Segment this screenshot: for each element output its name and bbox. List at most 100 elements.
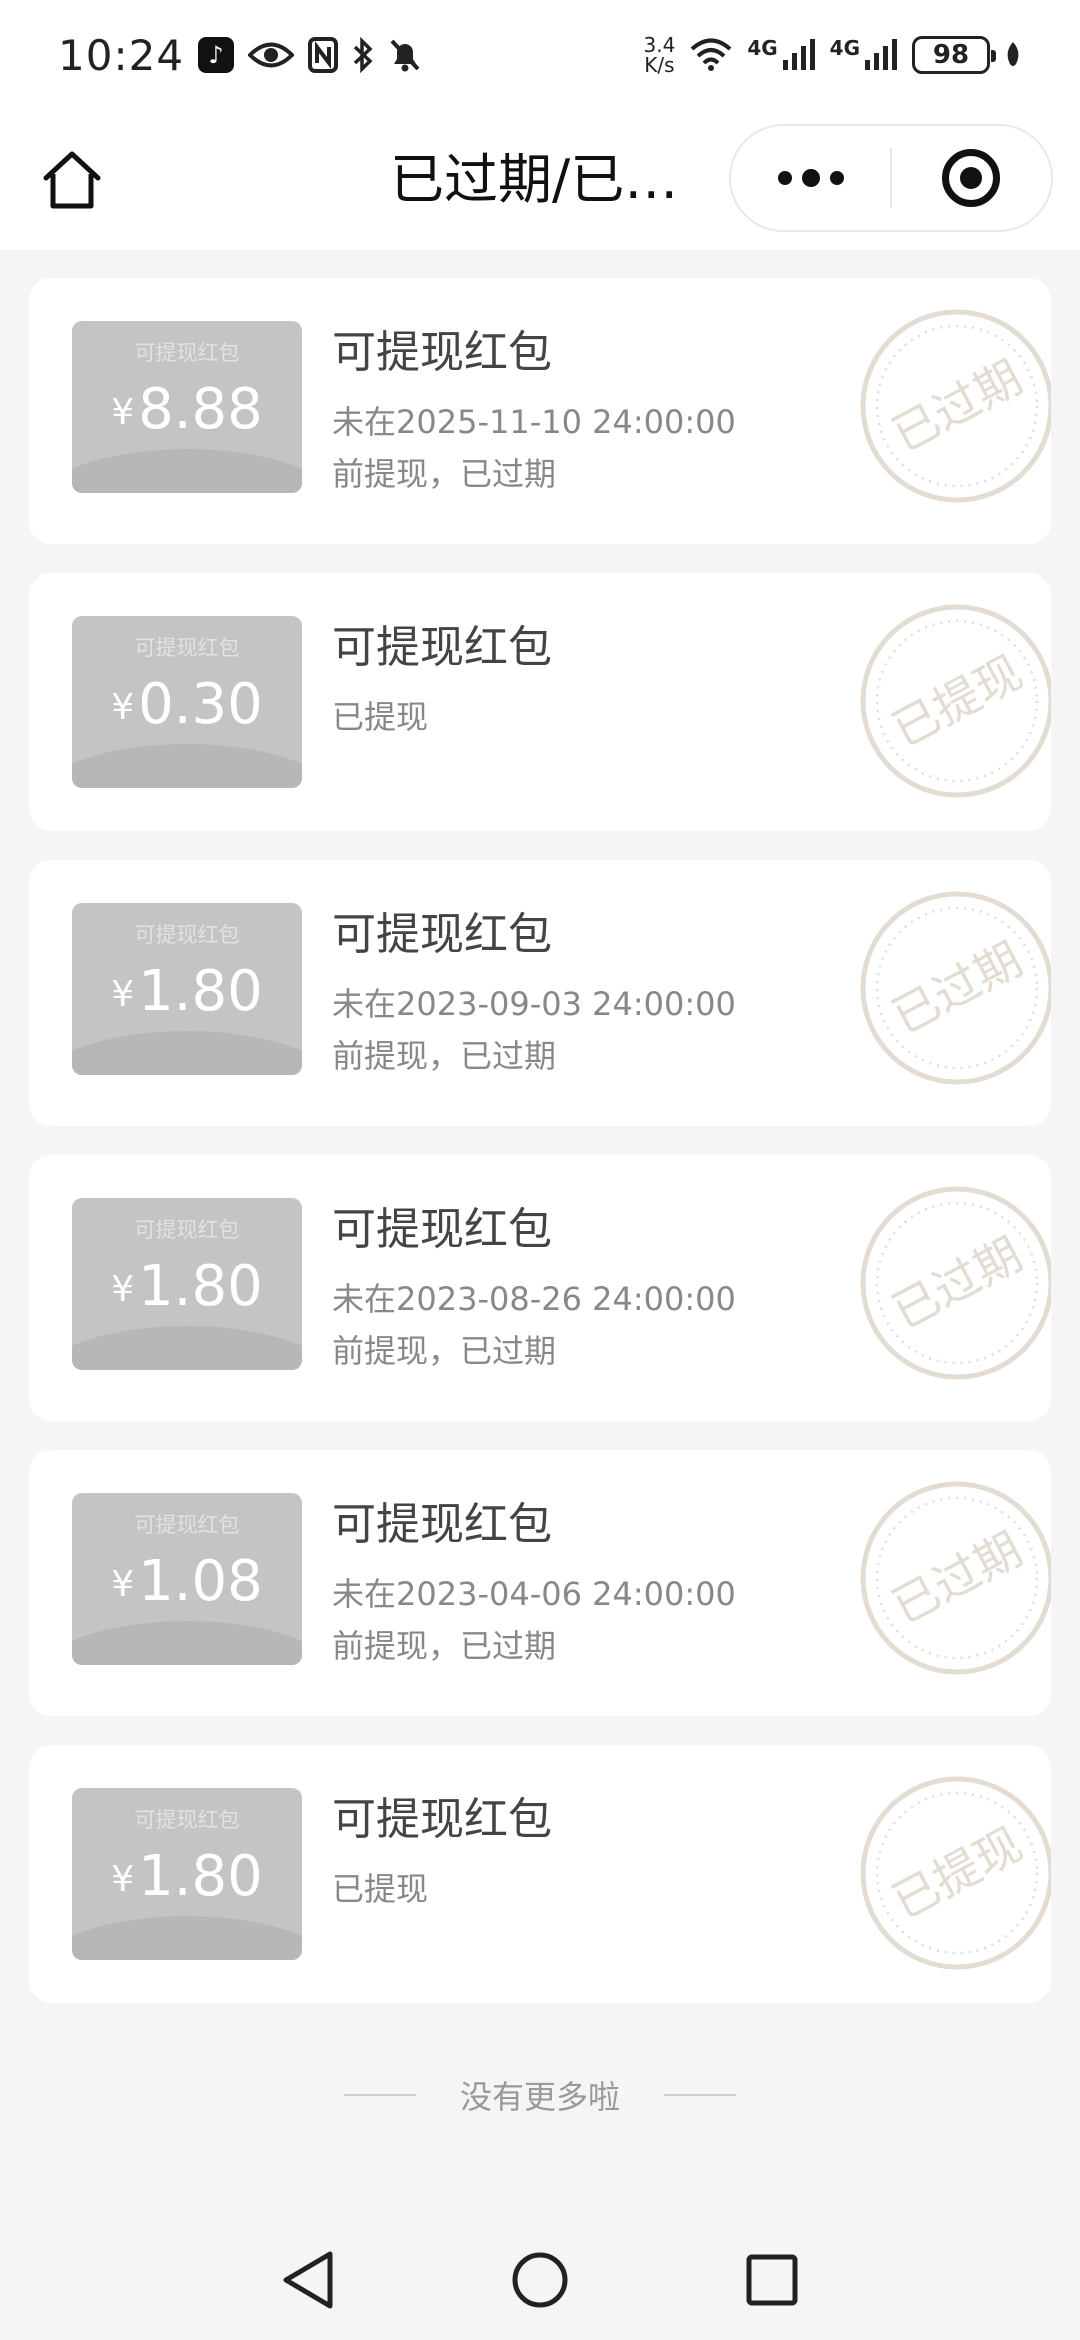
signal-strength-icon: [782, 38, 816, 72]
signal2-label: 4G: [829, 36, 860, 60]
card-description: 未在2023-09-03 24:00:00 前提现，已过期: [332, 978, 892, 1082]
coupon-label: 可提现红包: [134, 1513, 240, 1537]
card-description: 未在2025-11-10 24:00:00 前提现，已过期: [332, 396, 892, 500]
amount-value: 1.80: [138, 959, 263, 1024]
close-miniprogram-button[interactable]: [892, 126, 1051, 230]
recents-square-icon: [746, 2254, 798, 2306]
card-title: 可提现红包: [332, 622, 552, 673]
coupon-label: 可提现红包: [134, 341, 240, 365]
card-title: 可提现红包: [332, 1204, 552, 1255]
expired-stamp: 已过期: [860, 891, 1051, 1085]
system-navigation-bar: [0, 2220, 1080, 2340]
target-close-icon: [942, 149, 1001, 207]
redpacket-card[interactable]: 可提现红包 ¥1.80 可提现红包 未在2023-09-03 24:00:00 …: [29, 860, 1051, 1126]
redpacket-card[interactable]: 可提现红包 ¥0.30 可提现红包 已提现 已提现: [29, 573, 1051, 831]
expired-stamp: 已过期: [860, 1481, 1051, 1675]
coupon-amount: ¥1.80: [72, 1844, 302, 1909]
currency-symbol: ¥: [111, 1859, 135, 1900]
desc-line2: 前提现，已过期: [332, 1627, 557, 1665]
wifi-icon: [689, 38, 733, 72]
coupon-label: 可提现红包: [134, 923, 240, 947]
currency-symbol: ¥: [111, 1564, 135, 1605]
leaf-icon: [1004, 40, 1022, 70]
card-description: 未在2023-04-06 24:00:00 前提现，已过期: [332, 1568, 892, 1672]
stamp-text: 已提现: [883, 645, 1030, 757]
coupon-label: 可提现红包: [134, 1218, 240, 1242]
amount-value: 0.30: [138, 672, 263, 737]
navigation-bar: 已过期/已提现: [0, 110, 1080, 250]
coupon-thumbnail: 可提现红包 ¥1.80: [72, 903, 302, 1075]
mini-program-capsule: [729, 124, 1053, 232]
currency-symbol: ¥: [111, 1269, 135, 1310]
redpacket-card[interactable]: 可提现红包 ¥1.80 可提现红包 未在2023-08-26 24:00:00 …: [29, 1155, 1051, 1421]
card-title: 可提现红包: [332, 327, 552, 378]
coupon-amount: ¥0.30: [72, 672, 302, 737]
back-triangle-icon: [283, 2251, 333, 2309]
network-speed-unit: K/s: [644, 53, 675, 77]
page-title: 已过期/已提现: [390, 148, 710, 211]
more-dots-icon: [777, 169, 844, 187]
card-description: 已提现: [332, 691, 892, 743]
amount-value: 1.80: [138, 1844, 263, 1909]
recents-button[interactable]: [736, 2244, 808, 2316]
signal1-label: 4G: [747, 36, 778, 60]
desc-line2: 前提现，已过期: [332, 1037, 557, 1075]
coupon-thumbnail: 可提现红包 ¥0.30: [72, 616, 302, 788]
currency-symbol: ¥: [111, 974, 135, 1015]
expired-stamp: 已过期: [860, 309, 1051, 503]
coupon-amount: ¥1.80: [72, 1254, 302, 1319]
nfc-icon: [308, 37, 339, 73]
no-more-text: 没有更多啦: [459, 2078, 620, 2116]
desc-line2: 前提现，已过期: [332, 1332, 557, 1370]
coupon-label: 可提现红包: [134, 1808, 240, 1832]
desc-line1: 未在2023-09-03 24:00:00: [332, 985, 736, 1023]
status-bar: 10:24 ♪ 3.4 K/s 4G 4G 98: [0, 0, 1080, 110]
card-title: 可提现红包: [332, 1499, 552, 1550]
bluetooth-icon: [352, 37, 374, 73]
divider-line: [343, 2094, 416, 2096]
amount-value: 1.08: [138, 1549, 263, 1614]
redpacket-card[interactable]: 可提现红包 ¥1.80 可提现红包 已提现 已提现: [29, 1745, 1051, 2003]
desc-line1: 已提现: [332, 698, 429, 736]
desc-line2: 前提现，已过期: [332, 455, 557, 493]
coupon-thumbnail: 可提现红包 ¥1.08: [72, 1493, 302, 1665]
withdrawn-stamp: 已提现: [860, 1776, 1051, 1970]
card-title: 可提现红包: [332, 1794, 552, 1845]
desc-line1: 未在2023-08-26 24:00:00: [332, 1280, 736, 1318]
stamp-text: 已过期: [883, 350, 1030, 462]
divider-line: [664, 2094, 736, 2096]
network-speed: 3.4 K/s: [644, 35, 676, 75]
coupon-thumbnail: 可提现红包 ¥1.80: [72, 1788, 302, 1960]
no-more-indicator: 没有更多啦: [0, 2070, 1080, 2120]
card-description: 已提现: [332, 1863, 892, 1915]
currency-symbol: ¥: [111, 687, 135, 728]
network-speed-value: 3.4: [643, 33, 676, 57]
currency-symbol: ¥: [111, 392, 135, 433]
card-title: 可提现红包: [332, 909, 552, 960]
stamp-text: 已过期: [883, 932, 1030, 1044]
desc-line1: 未在2023-04-06 24:00:00: [332, 1575, 736, 1613]
home-button[interactable]: [34, 142, 110, 218]
desc-line1: 已提现: [332, 1870, 429, 1908]
home-circle-icon: [512, 2252, 568, 2308]
withdrawn-stamp: 已提现: [860, 604, 1051, 798]
signal-strength-icon: [864, 38, 898, 72]
coupon-amount: ¥8.88: [72, 377, 302, 442]
coupon-label: 可提现红包: [134, 636, 240, 660]
coupon-thumbnail: 可提现红包 ¥1.80: [72, 1198, 302, 1370]
redpacket-card[interactable]: 可提现红包 ¥8.88 可提现红包 未在2025-11-10 24:00:00 …: [29, 278, 1051, 544]
card-description: 未在2023-08-26 24:00:00 前提现，已过期: [332, 1273, 892, 1377]
expired-stamp: 已过期: [860, 1186, 1051, 1380]
amount-value: 1.80: [138, 1254, 263, 1319]
stamp-text: 已提现: [883, 1817, 1030, 1929]
home-icon: [43, 151, 101, 209]
tiktok-notification-icon: ♪: [198, 37, 235, 73]
battery-indicator: 98: [912, 36, 996, 74]
redpacket-card[interactable]: 可提现红包 ¥1.08 可提现红包 未在2023-04-06 24:00:00 …: [29, 1450, 1051, 1716]
back-button[interactable]: [272, 2244, 344, 2316]
redpacket-list: 可提现红包 ¥8.88 可提现红包 未在2025-11-10 24:00:00 …: [29, 278, 1051, 2032]
home-nav-button[interactable]: [504, 2244, 576, 2316]
status-time: 10:24: [58, 30, 185, 80]
more-button[interactable]: [731, 126, 890, 230]
amount-value: 8.88: [138, 377, 263, 442]
